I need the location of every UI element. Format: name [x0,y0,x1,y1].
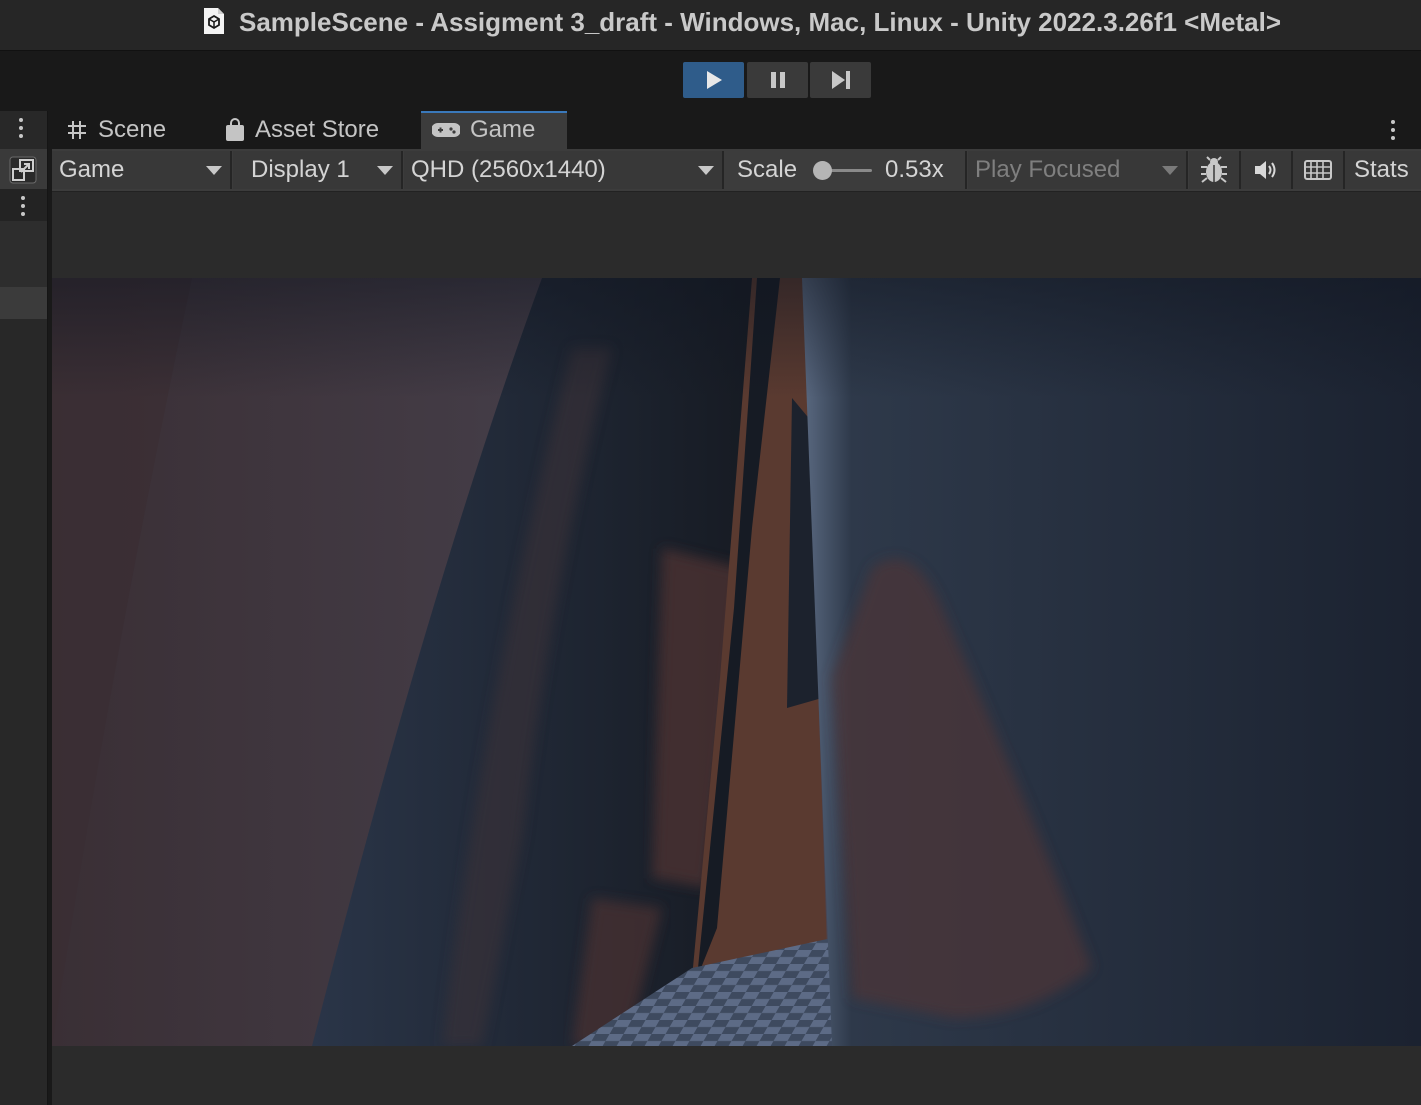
panel-list-row [0,221,47,287]
left-panel-menu-icon[interactable] [18,118,24,138]
hierarchy-panel-collapsed [0,111,48,1105]
pause-icon [770,72,785,88]
tab-scene[interactable]: Scene [66,111,166,149]
divider [401,151,403,189]
pause-button[interactable] [747,62,808,98]
display-select[interactable]: Display 1 [233,151,401,189]
resolution-select[interactable]: QHD (2560x1440) [404,151,722,189]
tab-asset-store[interactable]: Asset Store [225,111,379,149]
audio-icon [1255,161,1276,179]
game-viewport[interactable] [52,278,1421,1046]
game-render-image [52,278,1421,1046]
panel-selected-row[interactable] [0,287,47,319]
window-title: SampleScene - Assigment 3_draft - Window… [239,7,1282,37]
gamepad-icon [432,123,460,137]
resolution-select-value: QHD (2560x1440) [411,156,606,183]
divider [722,151,724,189]
play-button[interactable] [683,62,744,98]
scale-label: Scale [737,156,798,183]
keyboard-icon [1304,160,1332,180]
play-mode-select-value: Play Focused [975,156,1121,183]
divider [1186,151,1188,189]
unity-scene-file-icon [204,8,224,34]
tab-game[interactable]: Game [432,111,535,149]
play-icon [706,71,722,89]
tab-label: Scene [98,116,167,143]
view-select[interactable]: Game [52,151,230,189]
audio-toggle[interactable] [1241,151,1291,189]
gizmos-toggle[interactable] [1293,151,1343,189]
chevron-down-icon [377,166,393,175]
chevron-down-icon [1162,166,1178,175]
display-select-value: Display 1 [251,156,350,183]
tab-label: Asset Store [255,116,380,143]
bug-icon [1201,156,1227,183]
scale-value: 0.53x [885,156,944,183]
debug-toggle[interactable] [1189,151,1239,189]
divider [965,151,967,189]
stats-button[interactable]: Stats [1345,151,1421,189]
view-select-value: Game [59,156,125,183]
step-button[interactable] [810,62,871,98]
grid-hash-icon [68,121,86,139]
divider [230,151,232,189]
maximize-icon[interactable] [9,156,37,184]
hierarchy-menu-icon[interactable] [20,196,26,216]
play-mode-select[interactable]: Play Focused [968,151,1186,189]
chevron-down-icon [206,166,222,175]
stats-label: Stats [1354,156,1409,183]
step-icon [831,71,850,89]
chevron-down-icon [698,166,714,175]
tab-label: Game [470,116,536,143]
scale-slider-thumb[interactable] [813,161,832,180]
shopping-bag-icon [226,118,244,141]
game-panel-menu-icon[interactable] [1390,120,1396,140]
